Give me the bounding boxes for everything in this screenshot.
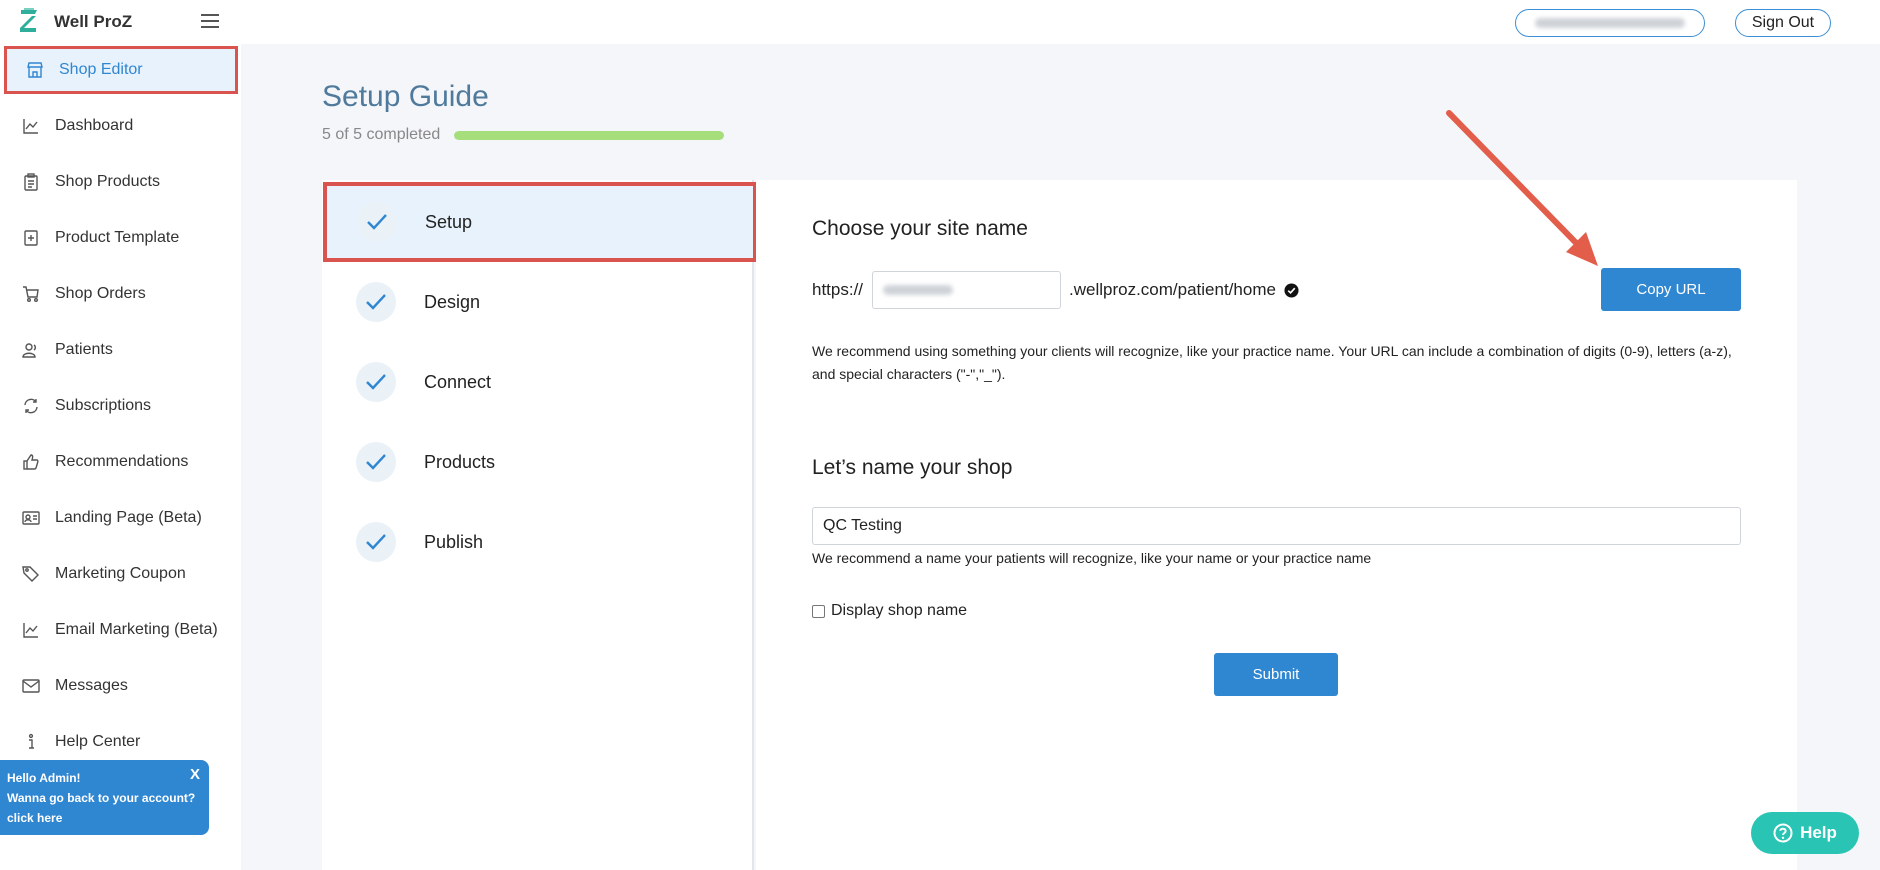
- sidebar-item-shop-orders[interactable]: Shop Orders: [0, 270, 241, 318]
- shop-name-input[interactable]: [812, 507, 1741, 545]
- menu-toggle-icon[interactable]: [201, 14, 219, 28]
- check-icon: [356, 522, 396, 562]
- steps-panel: Setup Design Connect Products Publish: [322, 180, 757, 870]
- sidebar-item-email-marketing[interactable]: Email Marketing (Beta): [0, 606, 241, 654]
- account-email-pill[interactable]: [1515, 9, 1705, 37]
- cart-icon: [22, 285, 40, 303]
- sidebar-item-shop-editor[interactable]: Shop Editor: [4, 46, 238, 94]
- sidebar-item-marketing-coupon[interactable]: Marketing Coupon: [0, 550, 241, 598]
- sidebar-item-label: Messages: [55, 677, 128, 694]
- logo-icon: [20, 8, 37, 32]
- progress-bar-fill: [454, 131, 724, 140]
- url-suffix-text: .wellproz.com/patient/home: [1069, 280, 1276, 299]
- sign-out-button[interactable]: Sign Out: [1735, 9, 1831, 37]
- setup-content-panel: Choose your site name https:// .wellproz…: [756, 180, 1797, 870]
- step-setup[interactable]: Setup: [323, 182, 757, 262]
- help-button-label: Help: [1800, 823, 1837, 842]
- app-name: Well ProZ: [54, 12, 133, 31]
- check-icon: [356, 442, 396, 482]
- sidebar-item-label: Shop Orders: [55, 285, 146, 302]
- envelope-icon: [22, 677, 40, 695]
- sidebar-item-label: Recommendations: [55, 453, 189, 470]
- step-label: Publish: [424, 531, 484, 552]
- refresh-icon: [22, 397, 40, 415]
- top-bar: Well ProZ Sign Out: [0, 0, 1880, 44]
- display-shop-name-checkbox[interactable]: [812, 604, 825, 618]
- sidebar: Shop Editor Dashboard Shop Products Prod…: [0, 44, 241, 870]
- store-icon: [26, 61, 44, 79]
- clipboard-icon: [22, 173, 40, 191]
- step-label: Products: [424, 451, 496, 472]
- info-icon: [22, 733, 40, 751]
- step-label: Design: [424, 291, 481, 312]
- sidebar-item-label: Shop Products: [55, 173, 160, 190]
- sidebar-item-label: Landing Page (Beta): [55, 509, 202, 526]
- site-name-title: Choose your site name: [812, 217, 1028, 240]
- chart-line-icon: [22, 621, 40, 639]
- verified-check-icon: [1284, 282, 1299, 298]
- submit-button[interactable]: Submit: [1214, 653, 1338, 696]
- copy-url-button[interactable]: Copy URL: [1601, 268, 1741, 311]
- hello-question: Wanna go back to your account?: [7, 791, 196, 805]
- step-design[interactable]: Design: [322, 262, 754, 342]
- progress-text: 5 of 5 completed: [322, 126, 441, 143]
- url-suffix: .wellproz.com/patient/home: [1069, 280, 1299, 300]
- chart-line-icon: [22, 117, 40, 135]
- check-icon: [357, 202, 397, 242]
- step-publish[interactable]: Publish: [322, 502, 754, 582]
- sidebar-item-recommendations[interactable]: Recommendations: [0, 438, 241, 486]
- hello-greeting: Hello Admin!: [7, 771, 81, 785]
- sidebar-item-label: Subscriptions: [55, 397, 152, 414]
- help-button[interactable]: Help: [1751, 812, 1859, 854]
- question-icon: [1773, 823, 1793, 843]
- return-to-account-banner[interactable]: Hello Admin! Wanna go back to your accou…: [0, 760, 209, 835]
- site-name-help: We recommend using something your client…: [812, 343, 1732, 382]
- sidebar-item-label: Help Center: [55, 733, 141, 750]
- url-prefix: https://: [812, 280, 864, 299]
- progress-bar: [454, 131, 724, 140]
- shop-name-help: We recommend a name your patients will r…: [812, 550, 1372, 566]
- sidebar-item-product-template[interactable]: Product Template: [0, 214, 241, 262]
- template-plus-icon: [22, 229, 40, 247]
- users-icon: [22, 341, 40, 359]
- sidebar-item-label: Patients: [55, 341, 113, 358]
- check-icon: [356, 362, 396, 402]
- sidebar-item-dashboard[interactable]: Dashboard: [0, 102, 241, 150]
- sidebar-item-label: Dashboard: [55, 117, 134, 134]
- step-products[interactable]: Products: [322, 422, 754, 502]
- sidebar-item-help-center[interactable]: Help Center: [0, 718, 241, 766]
- check-icon: [356, 282, 396, 322]
- sidebar-item-label: Marketing Coupon: [55, 565, 186, 582]
- sidebar-item-label: Shop Editor: [59, 61, 143, 78]
- thumbs-up-icon: [22, 453, 40, 471]
- display-shop-name-label: Display shop name: [831, 602, 968, 619]
- redacted-site-name: [883, 285, 953, 295]
- page-title: Setup Guide: [322, 80, 489, 113]
- redacted-email: [1535, 18, 1685, 28]
- sidebar-item-messages[interactable]: Messages: [0, 662, 241, 710]
- step-label: Setup: [425, 211, 473, 232]
- close-icon[interactable]: X: [190, 766, 200, 783]
- sidebar-item-landing-page[interactable]: Landing Page (Beta): [0, 494, 241, 542]
- sidebar-item-label: Product Template: [55, 229, 180, 246]
- site-name-input[interactable]: [872, 271, 1061, 309]
- display-shop-name-toggle[interactable]: Display shop name: [812, 602, 967, 620]
- sidebar-item-shop-products[interactable]: Shop Products: [0, 158, 241, 206]
- step-label: Connect: [424, 371, 492, 392]
- brand[interactable]: Well ProZ: [18, 6, 132, 38]
- hello-link[interactable]: click here: [7, 808, 202, 828]
- sidebar-item-patients[interactable]: Patients: [0, 326, 241, 374]
- tags-icon: [22, 565, 40, 583]
- sidebar-item-label: Email Marketing (Beta): [55, 621, 218, 638]
- step-connect[interactable]: Connect: [322, 342, 754, 422]
- sidebar-item-subscriptions[interactable]: Subscriptions: [0, 382, 241, 430]
- id-card-icon: [22, 509, 40, 527]
- shop-name-title: Let’s name your shop: [812, 456, 1013, 479]
